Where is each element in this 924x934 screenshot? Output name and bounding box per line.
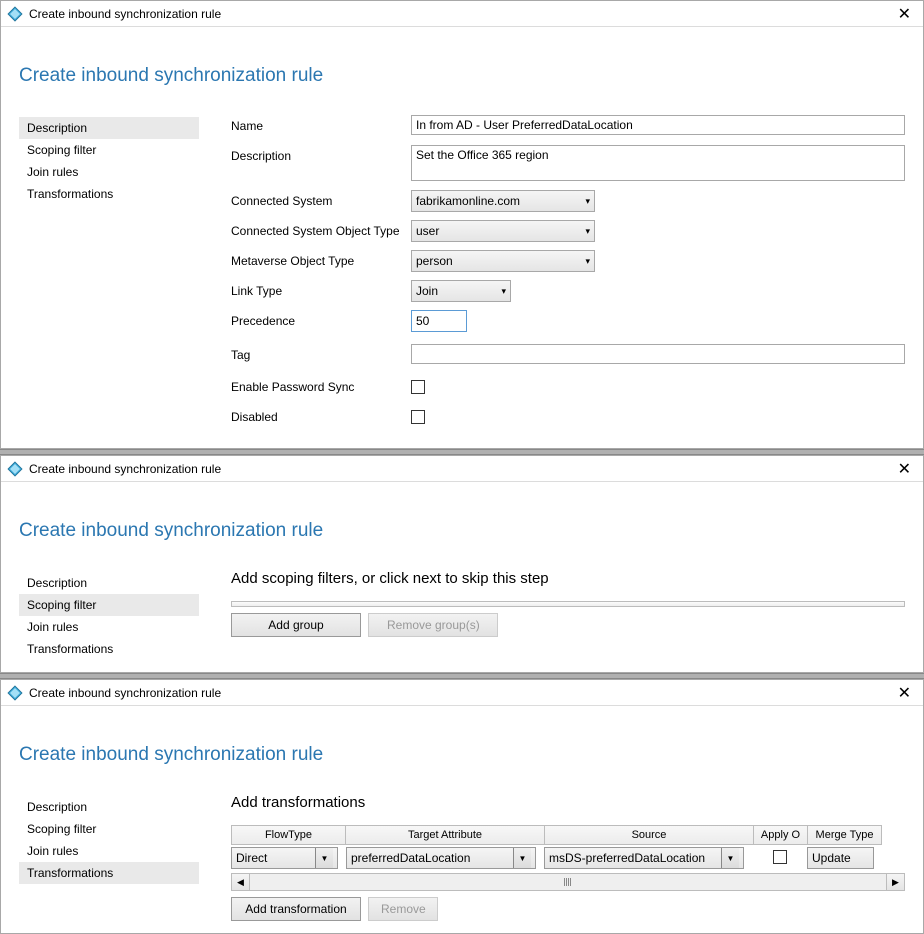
disabled-checkbox[interactable] bbox=[411, 410, 425, 424]
close-icon[interactable]: ✕ bbox=[892, 4, 917, 24]
window-scoping: Create inbound synchronization rule ✕ Cr… bbox=[0, 455, 924, 673]
remove-group-button[interactable]: Remove group(s) bbox=[368, 613, 498, 637]
side-nav: Description Scoping filter Join rules Tr… bbox=[19, 570, 199, 660]
label-linktype: Link Type bbox=[231, 280, 411, 298]
csot-combo[interactable]: user ▾ bbox=[411, 220, 595, 242]
horizontal-scrollbar[interactable]: ◀ ▶ bbox=[231, 873, 905, 891]
scroll-left-icon[interactable]: ◀ bbox=[232, 874, 250, 890]
close-icon[interactable]: ✕ bbox=[892, 459, 917, 479]
source-combo[interactable]: msDS-preferredDataLocation▼ bbox=[544, 847, 744, 869]
enablepwd-checkbox[interactable] bbox=[411, 380, 425, 394]
side-nav: Description Scoping filter Join rules Tr… bbox=[19, 115, 199, 205]
chevron-down-icon: ▾ bbox=[579, 226, 590, 237]
linktype-combo[interactable]: Join ▾ bbox=[411, 280, 511, 302]
chevron-down-icon: ▼ bbox=[513, 848, 531, 868]
table-row: Direct▼ preferredDataLocation▼ msDS-pref… bbox=[231, 847, 905, 869]
remove-transformation-button[interactable]: Remove bbox=[368, 897, 438, 921]
label-connected-system: Connected System bbox=[231, 190, 411, 208]
merge-combo[interactable]: Update bbox=[807, 847, 874, 869]
precedence-input[interactable] bbox=[411, 310, 467, 332]
window-transformations: Create inbound synchronization rule ✕ Cr… bbox=[0, 679, 924, 934]
scoping-panel: Add scoping filters, or click next to sk… bbox=[231, 570, 905, 637]
transformations-panel: Add transformations FlowType Target Attr… bbox=[231, 794, 905, 921]
sidebar-item-join[interactable]: Join rules bbox=[19, 840, 199, 862]
window-title: Create inbound synchronization rule bbox=[29, 462, 892, 476]
sidebar-item-description[interactable]: Description bbox=[19, 796, 199, 818]
col-apply: Apply O bbox=[753, 825, 808, 845]
col-target: Target Attribute bbox=[345, 825, 545, 845]
trans-subheading: Add transformations bbox=[231, 794, 905, 811]
app-icon bbox=[7, 461, 23, 477]
connected-system-combo[interactable]: fabrikamonline.com ▾ bbox=[411, 190, 595, 212]
chevron-down-icon: ▾ bbox=[579, 256, 590, 267]
label-enablepwd: Enable Password Sync bbox=[231, 376, 411, 394]
scroll-right-icon[interactable]: ▶ bbox=[886, 874, 904, 890]
side-nav: Description Scoping filter Join rules Tr… bbox=[19, 794, 199, 884]
scoping-subheading: Add scoping filters, or click next to sk… bbox=[231, 570, 905, 587]
col-merge: Merge Type bbox=[807, 825, 882, 845]
target-combo[interactable]: preferredDataLocation▼ bbox=[346, 847, 536, 869]
sidebar-item-join[interactable]: Join rules bbox=[19, 616, 199, 638]
sidebar-item-scoping[interactable]: Scoping filter bbox=[19, 818, 199, 840]
add-group-button[interactable]: Add group bbox=[231, 613, 361, 637]
sidebar-item-scoping[interactable]: Scoping filter bbox=[19, 139, 199, 161]
sidebar-item-transformations[interactable]: Transformations bbox=[19, 638, 199, 660]
col-source: Source bbox=[544, 825, 754, 845]
window-title: Create inbound synchronization rule bbox=[29, 686, 892, 700]
chevron-down-icon: ▼ bbox=[315, 848, 333, 868]
flowtype-combo[interactable]: Direct▼ bbox=[231, 847, 338, 869]
chevron-down-icon: ▾ bbox=[579, 196, 590, 207]
close-icon[interactable]: ✕ bbox=[892, 683, 917, 703]
mot-combo[interactable]: person ▾ bbox=[411, 250, 595, 272]
description-form: Name Description Connected System fabrik… bbox=[231, 115, 905, 436]
window-title: Create inbound synchronization rule bbox=[29, 7, 892, 21]
sidebar-item-join[interactable]: Join rules bbox=[19, 161, 199, 183]
add-transformation-button[interactable]: Add transformation bbox=[231, 897, 361, 921]
sidebar-item-transformations[interactable]: Transformations bbox=[19, 183, 199, 205]
tag-input[interactable] bbox=[411, 344, 905, 364]
label-precedence: Precedence bbox=[231, 310, 411, 328]
label-mot: Metaverse Object Type bbox=[231, 250, 411, 268]
scroll-track[interactable] bbox=[250, 874, 886, 890]
page-title: Create inbound synchronization rule bbox=[19, 65, 905, 87]
page-title: Create inbound synchronization rule bbox=[19, 520, 905, 542]
app-icon bbox=[7, 685, 23, 701]
label-disabled: Disabled bbox=[231, 406, 411, 424]
titlebar: Create inbound synchronization rule ✕ bbox=[1, 456, 923, 482]
sidebar-item-scoping[interactable]: Scoping filter bbox=[19, 594, 199, 616]
window-description: Create inbound synchronization rule ✕ Cr… bbox=[0, 0, 924, 449]
sidebar-item-description[interactable]: Description bbox=[19, 117, 199, 139]
filter-list-empty bbox=[231, 601, 905, 607]
label-description: Description bbox=[231, 145, 411, 163]
description-input[interactable] bbox=[411, 145, 905, 181]
label-name: Name bbox=[231, 115, 411, 133]
column-headers: FlowType Target Attribute Source Apply O… bbox=[231, 825, 905, 845]
page-title: Create inbound synchronization rule bbox=[19, 744, 905, 766]
label-csot: Connected System Object Type bbox=[231, 220, 411, 238]
name-input[interactable] bbox=[411, 115, 905, 135]
col-flowtype: FlowType bbox=[231, 825, 346, 845]
apply-once-checkbox[interactable] bbox=[773, 850, 787, 864]
app-icon bbox=[7, 6, 23, 22]
sidebar-item-transformations[interactable]: Transformations bbox=[19, 862, 199, 884]
chevron-down-icon: ▾ bbox=[495, 286, 506, 297]
label-tag: Tag bbox=[231, 344, 411, 362]
scroll-thumb[interactable] bbox=[555, 877, 579, 887]
sidebar-item-description[interactable]: Description bbox=[19, 572, 199, 594]
chevron-down-icon: ▼ bbox=[721, 848, 739, 868]
titlebar: Create inbound synchronization rule ✕ bbox=[1, 1, 923, 27]
titlebar: Create inbound synchronization rule ✕ bbox=[1, 680, 923, 706]
